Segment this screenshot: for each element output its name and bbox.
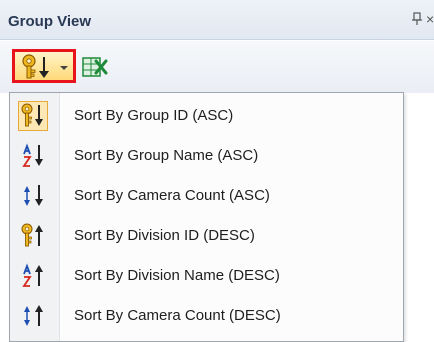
menu-item-label: Sort By Camera Count (DESC)	[74, 307, 281, 324]
menu-item-sort-group-id-asc[interactable]: Sort By Group ID (ASC)	[12, 97, 401, 135]
export-excel-button[interactable]	[80, 52, 110, 82]
menu-item-sort-division-id-desc[interactable]: Sort By Division ID (DESC)	[12, 217, 401, 255]
sort-dropdown-menu: Sort By Group ID (ASC) Sort By Group Nam…	[9, 92, 404, 342]
menu-item-label: Sort By Group Name (ASC)	[74, 147, 259, 164]
chevron-down-icon[interactable]	[60, 66, 68, 70]
menu-item-sort-division-name-desc[interactable]: Sort By Division Name (DESC)	[12, 257, 401, 295]
close-icon[interactable]: ×	[426, 11, 434, 27]
az-sort-asc-icon	[18, 141, 48, 171]
az-sort-desc-icon	[18, 261, 48, 291]
menu-item-label: Sort By Group ID (ASC)	[74, 107, 234, 124]
sort-split-button[interactable]	[12, 49, 76, 83]
menu-item-sort-camera-count-desc[interactable]: Sort By Camera Count (DESC)	[12, 297, 401, 335]
menu-item-label: Sort By Camera Count (ASC)	[74, 187, 270, 204]
count-sort-asc-icon	[18, 181, 48, 211]
menu-item-label: Sort By Division ID (DESC)	[74, 227, 255, 244]
toolbar	[0, 41, 434, 93]
menu-item-sort-camera-count-asc[interactable]: Sort By Camera Count (ASC)	[12, 177, 401, 215]
count-sort-desc-icon	[18, 301, 48, 331]
key-sort-down-icon	[20, 54, 56, 85]
menu-item-sort-group-name-asc[interactable]: Sort By Group Name (ASC)	[12, 137, 401, 175]
pin-icon[interactable]	[410, 12, 424, 28]
key-sort-desc-icon	[18, 221, 48, 251]
panel-title-bar: Group View ×	[0, 0, 434, 40]
menu-item-label: Sort By Division Name (DESC)	[74, 267, 280, 284]
key-sort-asc-icon	[18, 101, 48, 131]
panel-title: Group View	[8, 13, 92, 30]
excel-export-icon	[80, 57, 110, 86]
